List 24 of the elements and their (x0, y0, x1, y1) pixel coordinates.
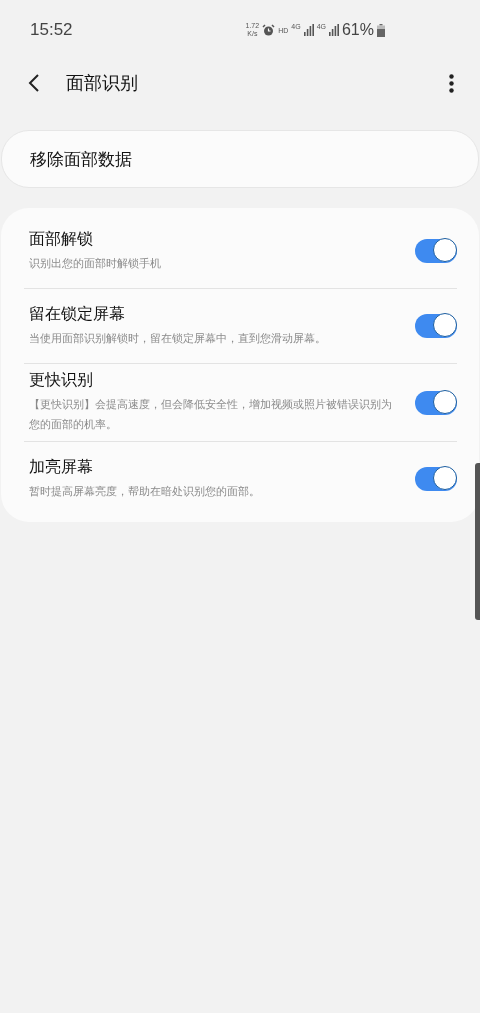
battery-percent: 61% (341, 21, 374, 39)
signal-icon (303, 24, 314, 36)
back-icon (28, 73, 40, 93)
setting-title: 加亮屏幕 (29, 456, 94, 478)
toggle-switch[interactable] (415, 467, 457, 491)
toggle-switch[interactable] (415, 239, 457, 263)
more-options-button[interactable] (449, 73, 454, 93)
setting-title: 面部解锁 (29, 228, 94, 250)
alarm-icon (262, 23, 276, 37)
page-title: 面部识别 (66, 71, 139, 95)
setting-description: 暂时提高屏幕亮度，帮助在暗处识别您的面部。 (29, 483, 261, 500)
more-icon (449, 73, 454, 93)
battery-icon (377, 23, 385, 37)
setting-title: 留在锁定屏幕 (29, 303, 126, 325)
toggle-switch[interactable] (415, 314, 457, 338)
status-time: 15:52 (30, 20, 73, 40)
setting-description: 当使用面部识别解锁时，留在锁定屏幕中，直到您滑动屏幕。 (29, 330, 327, 347)
toggle-switch[interactable] (415, 390, 457, 415)
remove-face-data-item[interactable]: 移除面部数据 (1, 130, 479, 188)
setting-title: 更快识别 (29, 370, 94, 391)
back-button[interactable] (28, 73, 40, 93)
setting-description: 【更快识别】会提高速度，但会降低安全性，增加视频或照片被错误识别为您的面部的机率。 (29, 397, 393, 433)
setting-description: 识别出您的面部时解锁手机 (29, 255, 162, 272)
signal-icon (328, 24, 339, 36)
